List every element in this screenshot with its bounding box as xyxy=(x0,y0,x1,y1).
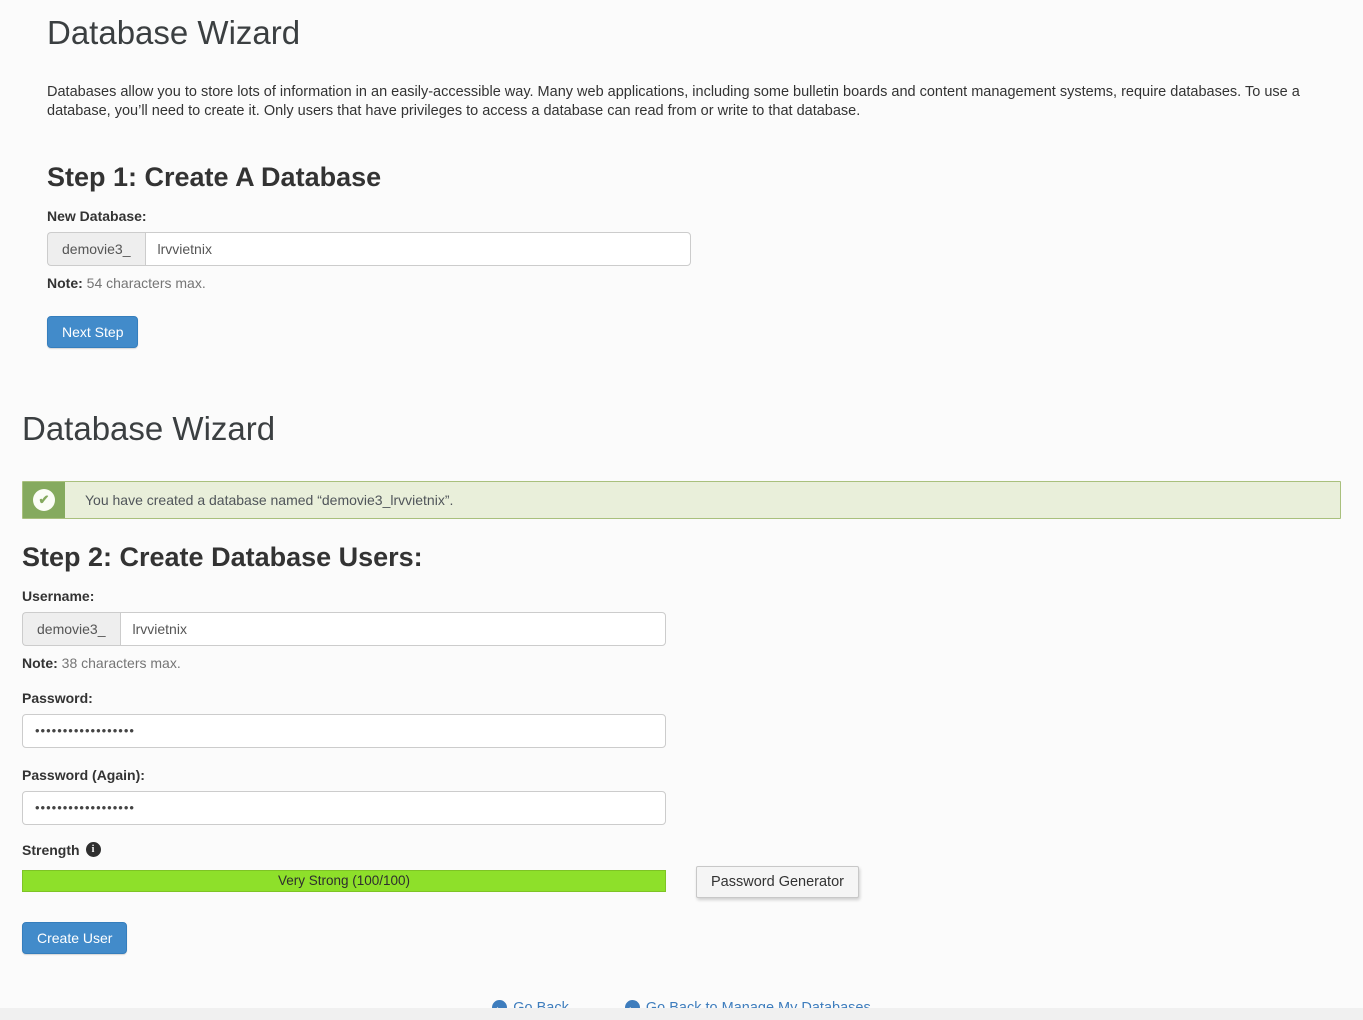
new-database-input-group: demovie3_ xyxy=(47,232,691,266)
strength-row: Very Strong (100/100) Password Generator xyxy=(22,870,1341,898)
step2-section: Database Wizard ✔ You have created a dat… xyxy=(0,410,1363,954)
note-label: Note: xyxy=(22,655,58,671)
success-alert: ✔ You have created a database named “dem… xyxy=(22,481,1341,519)
create-user-button[interactable]: Create User xyxy=(22,922,127,954)
note-text: 38 characters max. xyxy=(58,655,181,671)
new-database-input[interactable] xyxy=(145,232,692,266)
strength-label: Strength xyxy=(22,842,80,858)
username-note: Note: 38 characters max. xyxy=(22,655,1341,671)
password-label: Password: xyxy=(22,690,1341,706)
step1-heading: Step 1: Create A Database xyxy=(47,163,1315,193)
success-icon-band: ✔ xyxy=(23,482,65,518)
check-circle-icon: ✔ xyxy=(33,489,55,511)
bottom-strip xyxy=(0,1008,1363,1020)
note-text: 54 characters max. xyxy=(83,275,206,291)
database-wizard-page: Database Wizard Databases allow you to s… xyxy=(0,0,1363,1020)
username-prefix: demovie3_ xyxy=(22,612,120,646)
password-input[interactable] xyxy=(22,714,666,748)
strength-label-row: Strength i xyxy=(22,842,1341,858)
strength-meter: Very Strong (100/100) xyxy=(22,870,666,892)
info-icon[interactable]: i xyxy=(86,842,101,857)
database-prefix: demovie3_ xyxy=(47,232,145,266)
step2-heading: Step 2: Create Database Users: xyxy=(22,543,1341,573)
page-title: Database Wizard xyxy=(47,14,1315,52)
username-input[interactable] xyxy=(120,612,667,646)
step1-section: Database Wizard Databases allow you to s… xyxy=(0,0,1363,348)
database-note: Note: 54 characters max. xyxy=(47,275,1315,291)
new-database-label: New Database: xyxy=(47,208,1315,224)
success-message: You have created a database named “demov… xyxy=(65,482,473,518)
password-generator-button[interactable]: Password Generator xyxy=(696,866,859,898)
intro-text: Databases allow you to store lots of inf… xyxy=(47,83,1315,121)
password-again-input[interactable] xyxy=(22,791,666,825)
password-again-label: Password (Again): xyxy=(22,767,1341,783)
page-title-step2: Database Wizard xyxy=(22,410,1341,448)
username-label: Username: xyxy=(22,588,1341,604)
note-label: Note: xyxy=(47,275,83,291)
next-step-button[interactable]: Next Step xyxy=(47,316,138,348)
username-input-group: demovie3_ xyxy=(22,612,666,646)
